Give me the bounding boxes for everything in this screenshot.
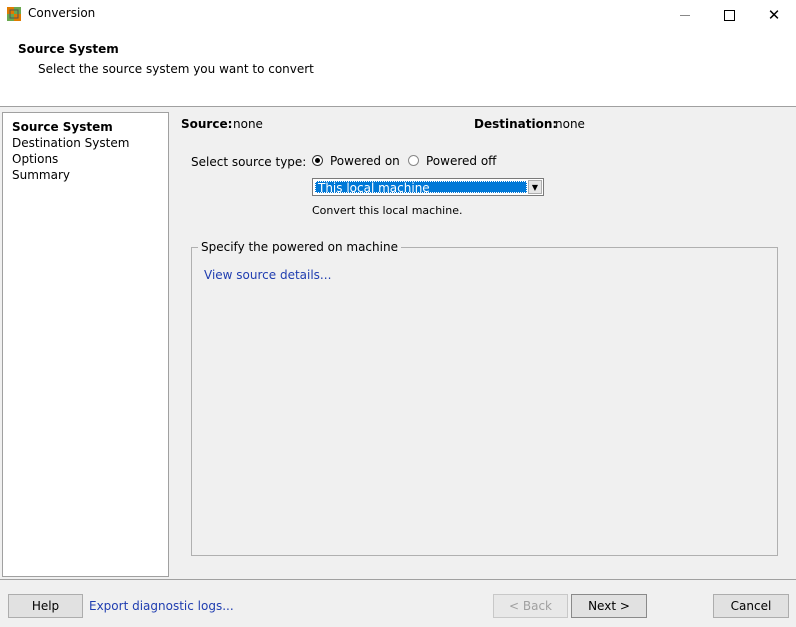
powered-off-label[interactable]: Powered off xyxy=(426,154,496,168)
powered-off-radio[interactable] xyxy=(408,155,419,166)
page-title: Source System xyxy=(18,42,119,56)
export-diagnostic-logs-link[interactable]: Export diagnostic logs... xyxy=(89,599,234,613)
window-title: Conversion xyxy=(28,6,96,20)
next-button[interactable]: Next > xyxy=(571,594,647,618)
page-subtitle: Select the source system you want to con… xyxy=(38,62,314,76)
maximize-button[interactable] xyxy=(706,0,752,30)
powered-on-machine-group xyxy=(191,247,778,556)
destination-value: none xyxy=(555,117,585,131)
help-button[interactable]: Help xyxy=(8,594,83,618)
close-icon: ✕ xyxy=(767,5,781,24)
dropdown-selected-value: This local machine xyxy=(315,181,527,194)
powered-on-label[interactable]: Powered on xyxy=(330,154,400,168)
source-value: none xyxy=(233,117,263,131)
close-button[interactable]: ✕ xyxy=(751,0,796,30)
nav-item-summary[interactable]: Summary xyxy=(12,167,70,183)
minimize-button[interactable] xyxy=(662,0,708,30)
nav-item-source-system[interactable]: Source System xyxy=(12,119,113,135)
chevron-down-icon[interactable]: ▼ xyxy=(528,180,542,194)
source-label: Source: xyxy=(181,117,233,131)
back-button[interactable]: < Back xyxy=(493,594,568,618)
nav-item-destination-system[interactable]: Destination System xyxy=(12,135,129,151)
powered-on-radio[interactable] xyxy=(312,155,323,166)
nav-item-options[interactable]: Options xyxy=(12,151,58,167)
vmware-converter-icon xyxy=(7,7,21,21)
destination-label: Destination: xyxy=(474,117,558,131)
minimize-icon xyxy=(680,14,690,16)
cancel-button[interactable]: Cancel xyxy=(713,594,789,618)
view-source-details-link[interactable]: View source details... xyxy=(204,268,331,282)
source-machine-dropdown[interactable]: This local machine ▼ xyxy=(312,178,544,196)
maximize-icon xyxy=(723,9,735,21)
group-title: Specify the powered on machine xyxy=(198,240,401,254)
convert-description: Convert this local machine. xyxy=(312,204,463,217)
source-type-label: Select source type: xyxy=(191,155,307,169)
